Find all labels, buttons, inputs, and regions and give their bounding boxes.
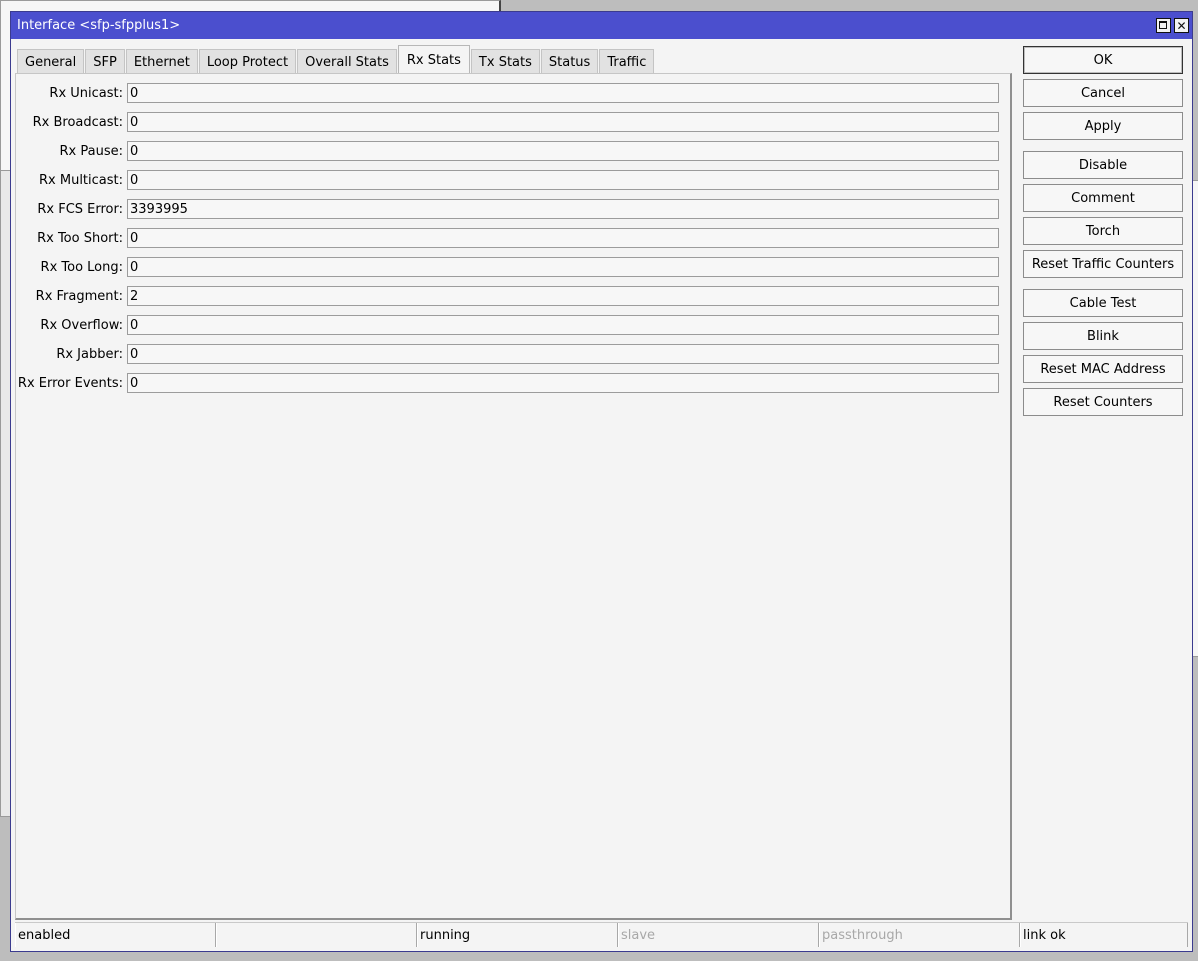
field-row-rx-fragment: Rx Fragment: 2 <box>16 285 1006 307</box>
field-label: Rx Too Short: <box>37 230 123 246</box>
rx-fcs-error-field[interactable]: 3393995 <box>127 199 999 219</box>
tab-strip: General SFP Ethernet Loop Protect Overall St… <box>17 45 655 74</box>
field-label: Rx Overflow: <box>40 317 123 333</box>
reset-mac-address-button[interactable]: Reset MAC Address <box>1023 355 1183 383</box>
status-cell-passthrough: passthrough <box>819 923 1020 947</box>
tab-loop-protect[interactable]: Loop Protect <box>198 49 297 74</box>
blink-button[interactable]: Blink <box>1023 322 1183 350</box>
field-row-rx-too-short: Rx Too Short: 0 <box>16 227 1006 249</box>
tab-status[interactable]: Status <box>540 49 599 74</box>
field-label: Rx FCS Error: <box>37 201 123 217</box>
rx-jabber-field[interactable]: 0 <box>127 344 999 364</box>
cancel-button[interactable]: Cancel <box>1023 79 1183 107</box>
field-row-rx-overflow: Rx Overflow: 0 <box>16 314 1006 336</box>
field-label: Rx Pause: <box>59 143 123 159</box>
rx-broadcast-field[interactable]: 0 <box>127 112 999 132</box>
status-cell-running: running <box>417 923 618 947</box>
tab-ethernet[interactable]: Ethernet <box>125 49 198 74</box>
status-cell-link-ok: link ok <box>1020 923 1188 947</box>
tab-overall-stats[interactable]: Overall Stats <box>297 49 397 74</box>
interface-dialog: Interface <sfp-sfpplus1> ✕ General SFP Eth… <box>10 11 1193 952</box>
field-row-rx-broadcast: Rx Broadcast: 0 <box>16 111 1006 133</box>
field-row-rx-too-long: Rx Too Long: 0 <box>16 256 1006 278</box>
field-row-rx-jabber: Rx Jabber: 0 <box>16 343 1006 365</box>
apply-button[interactable]: Apply <box>1023 112 1183 140</box>
field-label: Rx Error Events: <box>17 375 123 391</box>
torch-button[interactable]: Torch <box>1023 217 1183 245</box>
rx-stats-panel: Rx Unicast: 0 Rx Broadcast: 0 Rx Pause: 0 Rx M… <box>15 73 1012 920</box>
status-bar: enabled running slave passthrough link ok <box>15 922 1188 947</box>
tab-rx-stats[interactable]: Rx Stats <box>397 45 470 74</box>
comment-button[interactable]: Comment <box>1023 184 1183 212</box>
status-cell-enabled: enabled <box>15 923 216 947</box>
rx-unicast-field[interactable]: 0 <box>127 83 999 103</box>
tab-tx-stats[interactable]: Tx Stats <box>470 49 540 74</box>
rx-fragment-field[interactable]: 2 <box>127 286 999 306</box>
field-row-rx-pause: Rx Pause: 0 <box>16 140 1006 162</box>
rx-overflow-field[interactable]: 0 <box>127 315 999 335</box>
ok-button[interactable]: OK <box>1023 46 1183 74</box>
status-cell-slave: slave <box>618 923 819 947</box>
field-label: Rx Fragment: <box>35 288 123 304</box>
field-row-rx-error-events: Rx Error Events: 0 <box>16 372 1006 394</box>
field-label: Rx Unicast: <box>49 85 123 101</box>
window-title: Interface <sfp-sfpplus1> <box>17 18 181 33</box>
rx-multicast-field[interactable]: 0 <box>127 170 999 190</box>
field-label: Rx Broadcast: <box>32 114 123 130</box>
field-label: Rx Multicast: <box>39 172 123 188</box>
field-label: Rx Too Long: <box>40 259 123 275</box>
rx-error-events-field[interactable]: 0 <box>127 373 999 393</box>
field-row-rx-unicast: Rx Unicast: 0 <box>16 82 1006 104</box>
field-row-rx-fcs-error: Rx FCS Error: 3393995 <box>16 198 1006 220</box>
rx-pause-field[interactable]: 0 <box>127 141 999 161</box>
close-icon[interactable]: ✕ <box>1174 18 1189 33</box>
disable-button[interactable]: Disable <box>1023 151 1183 179</box>
reset-traffic-counters-button[interactable]: Reset Traffic Counters <box>1023 250 1183 278</box>
cable-test-button[interactable]: Cable Test <box>1023 289 1183 317</box>
field-row-rx-multicast: Rx Multicast: 0 <box>16 169 1006 191</box>
maximize-icon[interactable] <box>1156 18 1171 33</box>
field-label: Rx Jabber: <box>56 346 123 362</box>
tab-sfp[interactable]: SFP <box>85 49 125 74</box>
reset-counters-button[interactable]: Reset Counters <box>1023 388 1183 416</box>
tab-general[interactable]: General <box>17 49 85 74</box>
title-bar[interactable]: Interface <sfp-sfpplus1> ✕ <box>11 12 1192 39</box>
rx-too-long-field[interactable]: 0 <box>127 257 999 277</box>
status-cell-empty <box>216 923 417 947</box>
tab-traffic[interactable]: Traffic <box>599 49 655 74</box>
rx-too-short-field[interactable]: 0 <box>127 228 999 248</box>
